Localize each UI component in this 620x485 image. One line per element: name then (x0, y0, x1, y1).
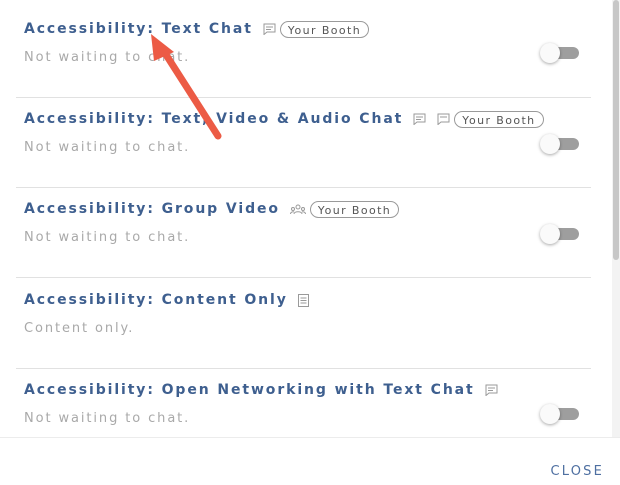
toggle-knob (540, 404, 560, 424)
row-status-text: Not waiting to chat. (24, 50, 191, 65)
row-title: Accessibility: Group Video (24, 201, 280, 217)
chat-row-content-only: Accessibility: Content Only Content only… (0, 279, 608, 369)
chat-icon (437, 113, 450, 125)
availability-toggle[interactable] (540, 42, 580, 63)
row-title: Accessibility: Text Chat (24, 21, 253, 37)
your-booth-badge: Your Booth (454, 110, 544, 128)
chat-icon (485, 384, 498, 396)
row-title: Accessibility: Open Networking with Text… (24, 382, 475, 398)
chat-type-list: Accessibility: Text Chat Your Booth Not … (0, 0, 608, 437)
scrollbar-thumb[interactable] (613, 0, 619, 260)
chat-row-open-networking: Accessibility: Open Networking with Text… (0, 369, 608, 437)
chat-row-text-chat: Accessibility: Text Chat Your Booth Not … (0, 8, 608, 98)
toggle-knob (540, 224, 560, 244)
row-status-text: Not waiting to chat. (24, 230, 191, 245)
row-status-text: Not waiting to chat. (24, 140, 191, 155)
row-title-group: Accessibility: Content Only (24, 289, 309, 311)
your-booth-badge: Your Booth (279, 20, 370, 38)
row-title-group: Accessibility: Text Chat Your Booth (24, 18, 370, 40)
group-icon (289, 204, 306, 215)
document-icon (297, 293, 309, 307)
your-booth-badge: Your Booth (309, 200, 400, 218)
availability-toggle[interactable] (540, 223, 580, 244)
chat-status-dialog: Accessibility: Text Chat Your Booth Not … (0, 0, 620, 485)
row-title-group: Accessibility: Open Networking with Text… (24, 379, 498, 401)
chat-icon (413, 113, 426, 125)
row-status-text: Content only. (24, 321, 135, 336)
row-status-text: Not waiting to chat. (24, 411, 191, 426)
row-title-group: Accessibility: Text, Video & Audio Chat … (24, 108, 544, 130)
row-title: Accessibility: Content Only (24, 292, 288, 308)
availability-toggle[interactable] (540, 403, 580, 424)
availability-toggle[interactable] (540, 133, 580, 154)
chat-row-group-video: Accessibility: Group Video Your Booth No… (0, 188, 608, 278)
list-scrollbar[interactable] (612, 0, 620, 437)
row-title: Accessibility: Text, Video & Audio Chat (24, 111, 404, 127)
row-title-group: Accessibility: Group Video Your Booth (24, 198, 400, 220)
dialog-footer: CLOSE (0, 437, 620, 485)
toggle-knob (540, 43, 560, 63)
chat-row-text-video-audio-chat: Accessibility: Text, Video & Audio Chat … (0, 98, 608, 188)
chat-icon (263, 23, 276, 35)
row-divider (16, 277, 591, 278)
toggle-knob (540, 134, 560, 154)
close-button[interactable]: CLOSE (550, 464, 604, 479)
